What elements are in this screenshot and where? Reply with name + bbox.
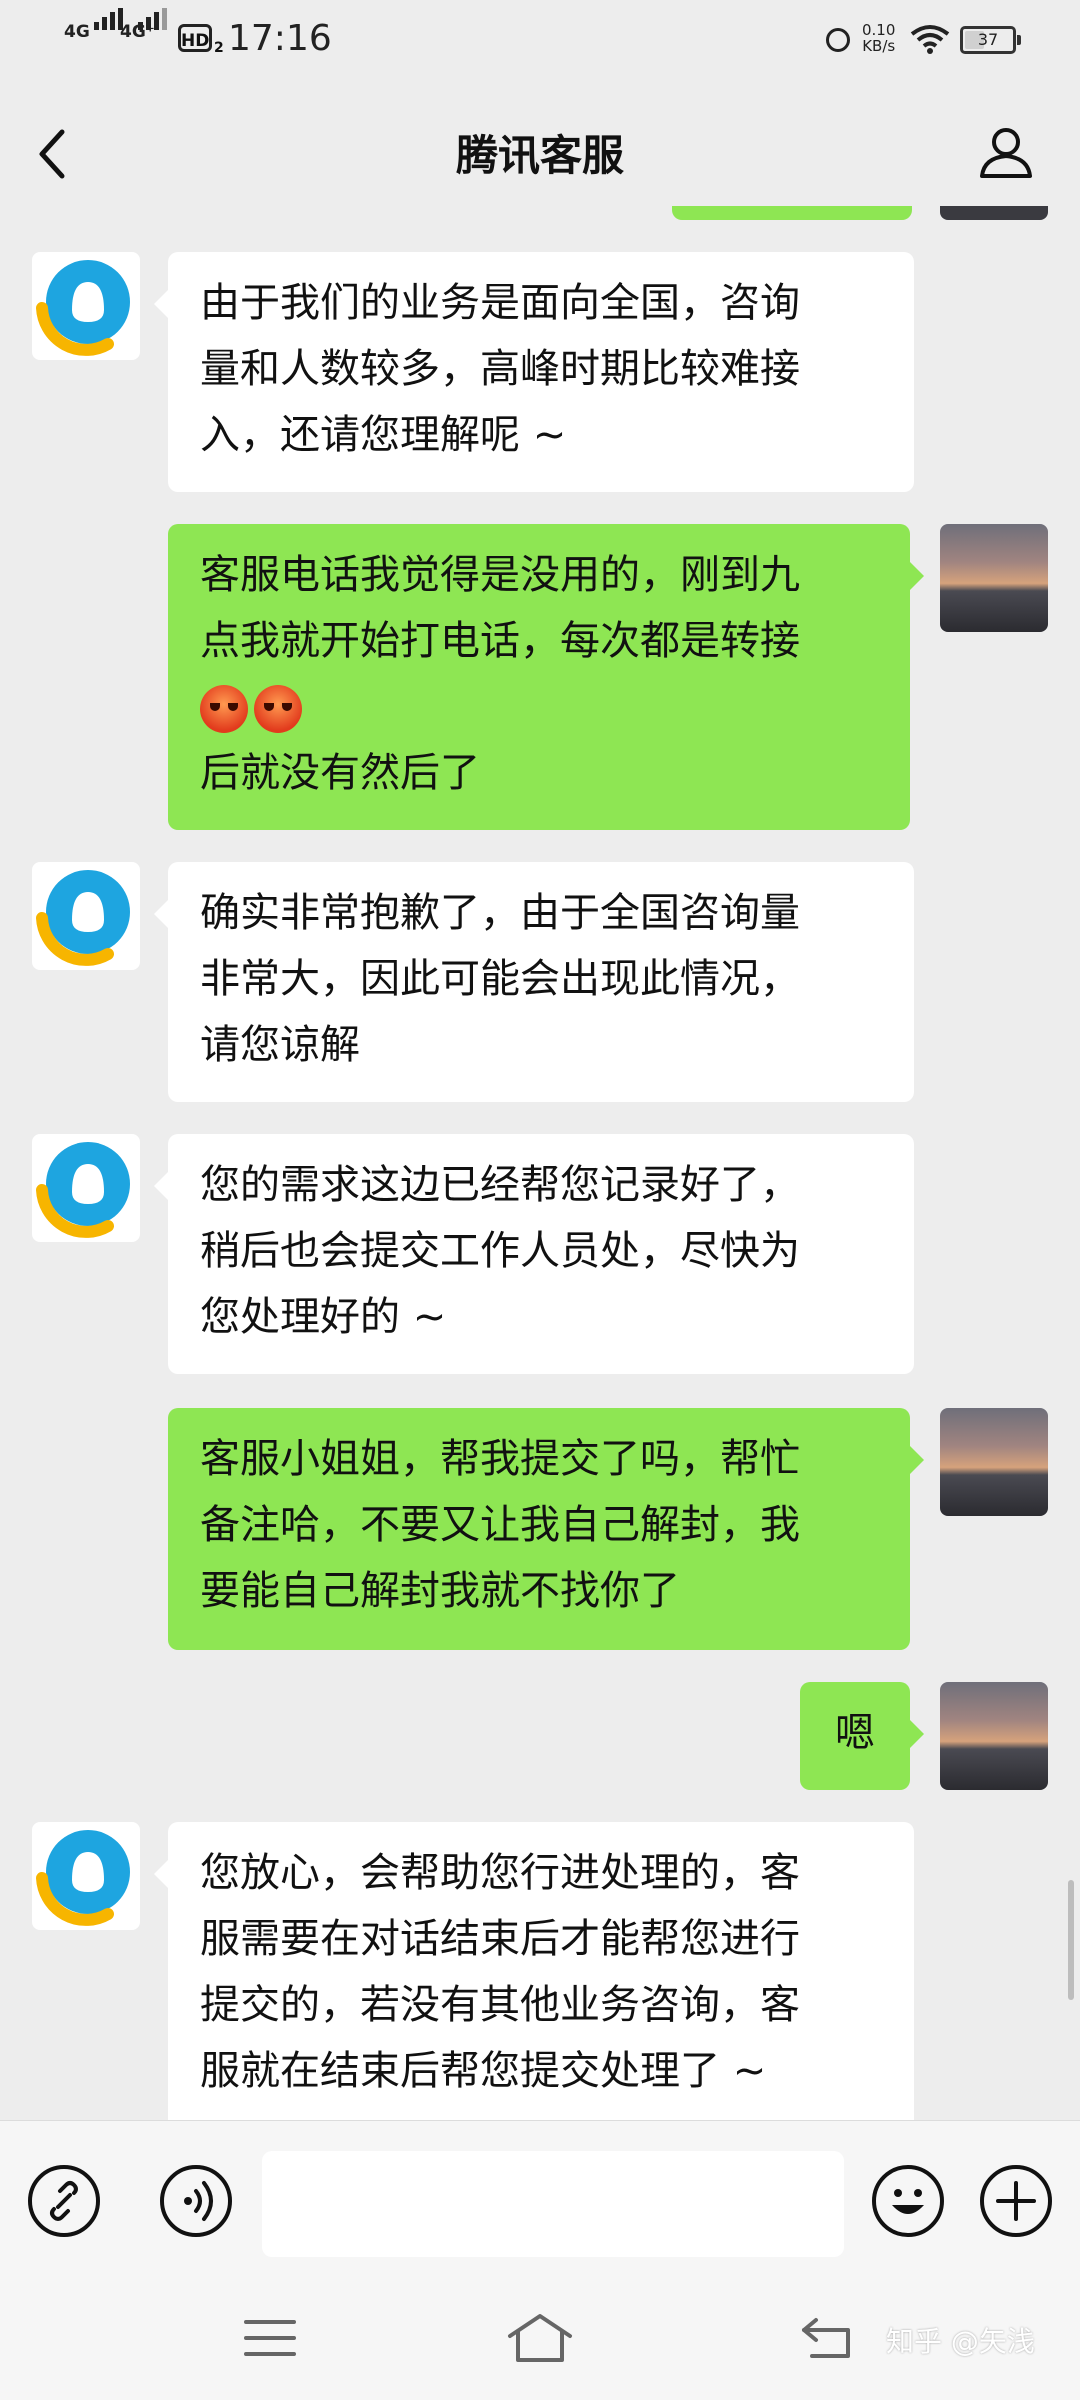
hd-voice-icon: HD <box>178 24 212 52</box>
previous-user-avatar <box>940 206 1048 220</box>
user-avatar[interactable] <box>940 524 1048 632</box>
plus-icon <box>996 2181 1036 2221</box>
scrollbar[interactable] <box>1068 1880 1074 2000</box>
message-bubble[interactable]: 客服小姐姐，帮我提交了吗，帮忙 备注哈，不要又让我自己解封，我 要能自己解封我就… <box>168 1408 924 1650</box>
agent-avatar[interactable] <box>32 1822 140 1930</box>
status-bar: 4G 4G⁺ HD 2 17:16 0.10 KB/s 37 <box>0 0 1080 80</box>
profile-icon[interactable] <box>976 122 1036 182</box>
voice-icon <box>184 2181 213 2221</box>
message-input[interactable] <box>262 2151 844 2257</box>
voice-button[interactable] <box>160 2165 232 2237</box>
message-line: 点我就开始打电话，每次都是转接 <box>200 618 800 664</box>
qq-bot-icon <box>36 1830 130 1926</box>
clock: 17:16 <box>228 18 332 59</box>
message-bubble[interactable]: 确实非常抱歉了，由于全国咨询量 非常大，因此可能会出现此情况， 请您谅解 <box>154 862 914 1102</box>
home-icon[interactable] <box>504 2310 576 2366</box>
more-button[interactable] <box>980 2165 1052 2237</box>
watermark: 知乎 @矢浅 <box>886 2325 1035 2358</box>
smiley-icon <box>892 2189 924 2214</box>
page-title: 腾讯客服 <box>455 131 624 180</box>
hd-voice-sub: 2 <box>214 40 224 56</box>
user-avatar[interactable] <box>940 1682 1048 1790</box>
agent-avatar[interactable] <box>32 862 140 970</box>
agent-avatar[interactable] <box>32 1134 140 1242</box>
header: 腾讯客服 <box>0 80 1080 220</box>
message-bubble[interactable]: 嗯 <box>800 1682 924 1790</box>
agent-avatar[interactable] <box>32 252 140 360</box>
network-speed-unit: KB/s <box>862 37 896 55</box>
message-bubble[interactable]: 您放心，会帮助您行进处理的，客 服需要在对话结束后才能帮您进行 提交的，若没有其… <box>154 1822 914 2132</box>
message-line: 后就没有然后了 <box>200 750 480 796</box>
input-bar <box>0 2120 1080 2281</box>
message-bubble[interactable]: 由于我们的业务是面向全国，咨询 量和人数较多，高峰时期比较难接 入，还请您理解呢… <box>154 252 914 492</box>
angry-face-icon <box>200 685 248 733</box>
message-bubble[interactable]: 客服电话我觉得是没用的，刚到九 点我就开始打电话，每次都是转接 后就没有然后了 <box>168 524 924 830</box>
network-speed: 0.10 KB/s <box>862 22 895 54</box>
previous-message-bubble <box>672 206 912 220</box>
back-nav-icon[interactable] <box>796 2314 856 2362</box>
user-avatar[interactable] <box>940 1408 1048 1516</box>
network-type-1: 4G <box>64 22 90 42</box>
menu-icon[interactable] <box>242 2316 298 2360</box>
link-icon <box>50 2181 78 2221</box>
qq-bot-icon <box>36 260 130 356</box>
wifi-icon <box>910 25 950 54</box>
qq-bot-icon <box>36 870 130 966</box>
message-line: 客服电话我觉得是没用的，刚到九 <box>200 552 800 598</box>
emoji-button[interactable] <box>872 2165 944 2237</box>
mini-program-button[interactable] <box>28 2165 100 2237</box>
qq-bot-icon <box>36 1142 130 1238</box>
battery-icon: 37 <box>960 26 1021 54</box>
message-bubble[interactable]: 您的需求这边已经帮您记录好了， 稍后也会提交工作人员处，尽快为 您处理好的 ~ <box>154 1134 914 1374</box>
alarm-icon <box>826 28 850 52</box>
battery-level: 37 <box>977 30 999 49</box>
angry-face-icon <box>254 685 302 733</box>
